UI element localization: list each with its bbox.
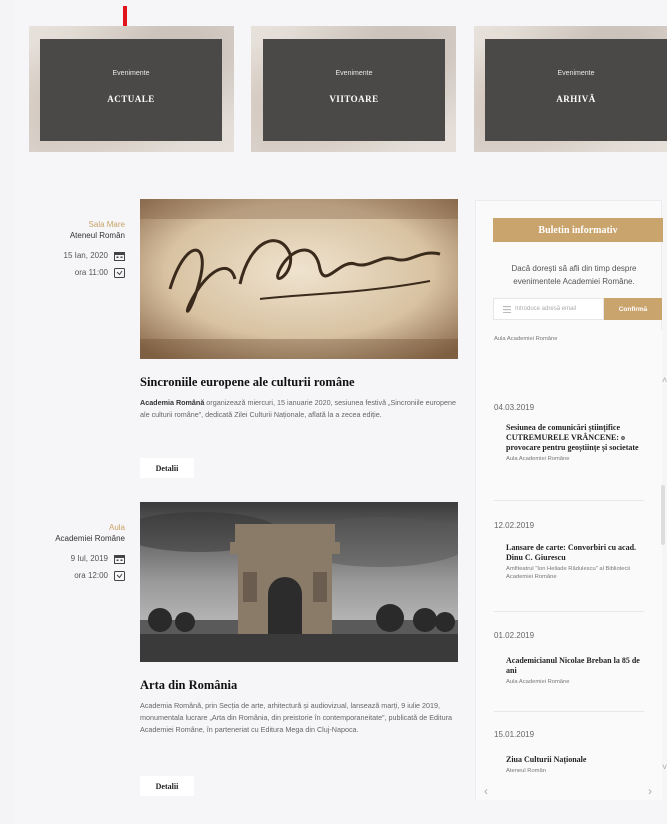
- event-title[interactable]: Arta din România: [140, 678, 237, 693]
- email-placeholder: Introduce adresă email: [515, 306, 577, 312]
- details-button[interactable]: Detalii: [140, 458, 194, 478]
- details-button[interactable]: Detalii: [140, 776, 194, 796]
- calendar-icon: [114, 251, 125, 261]
- event-description: Academia Română organizează miercuri, 15…: [140, 397, 458, 421]
- archive-location: Aula Academiei Române: [506, 679, 570, 685]
- archive-location: Aula Academiei Române: [506, 456, 570, 462]
- event-place: Ateneul Român: [69, 231, 125, 240]
- tile-events-current[interactable]: Evenimente ACTUALE: [40, 39, 222, 141]
- event-hall: Sala Mare: [88, 220, 125, 229]
- tile-label-small: Evenimente: [557, 70, 595, 77]
- chevron-left-icon[interactable]: ‹: [484, 784, 488, 798]
- event-date-row: 15 Ian, 2020: [30, 250, 125, 261]
- archive-title: Lansare de carte: Convorbiri cu acad. Di…: [506, 543, 637, 562]
- event-hall: Aula: [108, 523, 125, 532]
- newsletter-title: Buletin informativ: [493, 218, 663, 242]
- tile-label-small: Evenimente: [112, 70, 150, 77]
- event-meta-1: Sala Mare Ateneul Român 15 Ian, 2020 ora…: [30, 219, 125, 278]
- archive-item[interactable]: Ziua Culturii Naționale Ateneul Român: [506, 755, 646, 775]
- tile-label-big: ARHIVĂ: [556, 94, 596, 104]
- archive-title: Sesiunea de comunicări științifice CUTRE…: [506, 423, 639, 452]
- divider: [494, 711, 644, 712]
- newsletter-email-input[interactable]: Introduce adresă email: [493, 298, 604, 320]
- archive-title: Ziua Culturii Naționale: [506, 755, 587, 764]
- signature-image: [140, 199, 458, 359]
- clock-icon: [114, 570, 125, 581]
- event-time: ora 11:00: [74, 268, 108, 277]
- tile-events-upcoming[interactable]: Evenimente VIITOARE: [263, 39, 445, 141]
- archive-date: 15.01.2019: [494, 730, 535, 739]
- tile-label-big: ACTUALE: [107, 94, 155, 104]
- confirm-button[interactable]: Confirmă: [604, 298, 662, 320]
- chevron-right-icon[interactable]: ›: [648, 784, 652, 798]
- archive-title: Academicianul Nicolae Breban la 85 de an…: [506, 656, 640, 675]
- tile-events-archive[interactable]: Evenimente ARHIVĂ: [485, 39, 667, 141]
- scroll-up-icon[interactable]: ˄: [662, 375, 667, 385]
- event-date-row: 9 Iul, 2019: [30, 553, 125, 564]
- archive-item-location-partial: Aula Academiei Române: [494, 336, 558, 342]
- archive-date: 04.03.2019: [494, 403, 535, 412]
- clock-icon: [114, 267, 125, 278]
- event-time-row: ora 12:00: [30, 570, 125, 581]
- archive-location: Amfiteatrul "Ion Heliade Rădulescu" al B…: [506, 566, 630, 580]
- newsletter-text: Dacă dorești să afli din timp despre eve…: [511, 264, 637, 286]
- event-place: Academiei Române: [55, 534, 125, 543]
- event-meta-2: Aula Academiei Române 9 Iul, 2019 ora 12…: [30, 522, 125, 581]
- divider: [494, 611, 644, 612]
- list-icon: [503, 305, 511, 313]
- calendar-icon: [114, 554, 125, 564]
- event-title[interactable]: Sincroniile europene ale culturii române: [140, 375, 355, 390]
- event-time-row: ora 11:00: [30, 267, 125, 278]
- event-description: Academia Română, prin Secția de arte, ar…: [140, 700, 458, 736]
- archive-item[interactable]: Academicianul Nicolae Breban la 85 de an…: [506, 656, 646, 686]
- arch-photo: [140, 502, 458, 662]
- archive-date: 12.02.2019: [494, 521, 535, 530]
- event-image-signature[interactable]: [140, 199, 458, 359]
- event-date: 9 Iul, 2019: [70, 554, 108, 563]
- archive-item[interactable]: Lansare de carte: Convorbiri cu acad. Di…: [506, 543, 646, 581]
- event-time: ora 12:00: [74, 571, 108, 580]
- archive-location: Ateneul Român: [506, 768, 546, 774]
- event-image-arch[interactable]: [140, 502, 458, 662]
- archive-item[interactable]: Sesiunea de comunicări științifice CUTRE…: [506, 423, 646, 463]
- event-date: 15 Ian, 2020: [63, 251, 108, 260]
- scroll-down-icon[interactable]: ˅: [662, 762, 667, 772]
- scrollbar-thumb[interactable]: [661, 485, 665, 545]
- event-description-text: Academia Română, prin Secția de arte, ar…: [140, 701, 453, 734]
- archive-list[interactable]: Aula Academiei Române 04.03.2019 Sesiune…: [476, 330, 662, 800]
- tile-label-big: VIITOARE: [329, 94, 379, 104]
- tile-label-small: Evenimente: [335, 70, 373, 77]
- event-description-org: Academia Română: [140, 398, 205, 407]
- archive-date: 01.02.2019: [494, 631, 535, 640]
- divider: [494, 500, 644, 501]
